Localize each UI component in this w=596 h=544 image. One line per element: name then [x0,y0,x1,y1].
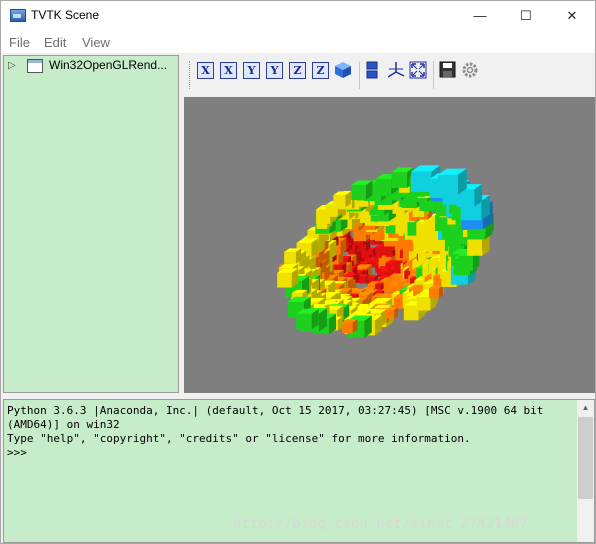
minimize-button[interactable]: — [457,1,503,31]
cube-mark [284,248,302,264]
shell-scrollbar[interactable]: ▲ [577,400,594,542]
view-plus-y-icon[interactable]: Y [266,62,283,79]
cube-mark [277,268,299,288]
menu-file[interactable]: File [9,35,30,50]
axes-icon[interactable] [386,60,406,80]
configure-icon[interactable] [461,61,479,79]
cube-mark [341,319,358,334]
shell-output: Python 3.6.3 |Anaconda, Inc.| (default, … [7,404,579,460]
shell-line: (AMD64)] on win32 [7,418,120,431]
menu-view[interactable]: View [82,35,110,50]
shell-line: Python 3.6.3 |Anaconda, Inc.| (default, … [7,404,544,417]
app-icon [10,9,26,22]
scene-tree: ▷ Win32OpenGLRend... [3,55,179,393]
cube-mark [437,168,467,195]
3d-scene-viewport[interactable] [184,97,595,393]
cube-mark [385,307,399,319]
view-plus-z-icon[interactable]: Z [312,62,329,79]
window-icon [27,59,43,73]
parallel-projection-icon[interactable] [365,61,379,79]
toolbar-separator [433,61,434,89]
cube-mark [351,180,373,200]
cube-mark [428,285,444,299]
maximize-button[interactable]: ☐ [503,1,549,31]
window-title: TVTK Scene [31,8,100,22]
shell-prompt[interactable]: >>> [7,446,579,460]
scroll-thumb[interactable] [578,417,593,499]
tree-node-renderer[interactable]: Win32OpenGLRend... [49,58,167,72]
tvtk-scene-window: TVTK Scene — ☐ ✕ File Edit View ▷ Win32O… [0,0,596,544]
scene-toolbar: X X Y Y Z Z [185,55,595,95]
title-bar[interactable]: TVTK Scene — ☐ ✕ [1,1,595,31]
cube-mark [333,191,351,208]
cube-cluster [277,165,494,338]
scroll-up-arrow-icon[interactable]: ▲ [577,400,594,416]
cube-mark [375,282,384,291]
view-minus-z-icon[interactable]: Z [289,62,306,79]
close-button[interactable]: ✕ [549,1,595,31]
isometric-view-icon[interactable] [333,60,353,80]
expand-arrow-icon[interactable]: ▷ [8,60,16,71]
toolbar-grip[interactable] [189,61,193,89]
view-minus-x-icon[interactable]: X [197,62,214,79]
fullscreen-icon[interactable] [409,61,427,79]
toolbar-separator [359,61,360,89]
view-plus-x-icon[interactable]: X [220,62,237,79]
save-icon[interactable] [439,61,456,78]
menu-bar: File Edit View [1,31,595,53]
menu-edit[interactable]: Edit [44,35,66,50]
view-minus-y-icon[interactable]: Y [243,62,260,79]
watermark: http://blog.csdn.net/sinat_27421407 [233,516,529,532]
shell-line: Type "help", "copyright", "credits" or "… [7,432,471,445]
cube-mark [296,308,319,330]
